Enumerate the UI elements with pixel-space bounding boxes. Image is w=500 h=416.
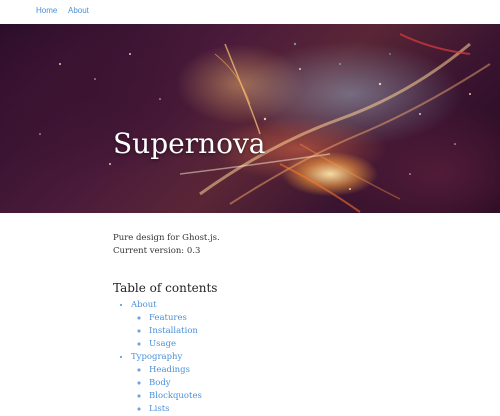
intro-line-2: Current version: 0.3 bbox=[113, 246, 201, 256]
toc-sublist-about: Features Installation Usage bbox=[131, 312, 443, 351]
toc-item-typography: Typography Headings Body Blockquotes Lis… bbox=[131, 351, 443, 416]
toc-sublist-typography: Headings Body Blockquotes Lists bbox=[131, 364, 443, 416]
intro-line-1: Pure design for Ghost.js. bbox=[113, 233, 220, 243]
toc-link-usage[interactable]: Usage bbox=[149, 339, 176, 349]
toc-subitem: Headings bbox=[149, 364, 443, 377]
toc-link-headings[interactable]: Headings bbox=[149, 365, 190, 375]
top-navigation: Home About bbox=[0, 0, 500, 24]
site-title: Supernova bbox=[113, 127, 266, 160]
supernova-background-image bbox=[39, 33, 491, 213]
toc-link-about[interactable]: About bbox=[131, 300, 157, 310]
toc-subitem: Usage bbox=[149, 338, 443, 351]
toc-link-typography[interactable]: Typography bbox=[131, 352, 182, 362]
toc-subitem: Installation bbox=[149, 325, 443, 338]
toc-item-about: About Features Installation Usage bbox=[131, 299, 443, 351]
toc-link-body[interactable]: Body bbox=[149, 378, 171, 388]
toc-subitem: Blockquotes bbox=[149, 390, 443, 403]
nav-about-link[interactable]: About bbox=[68, 6, 89, 15]
toc-link-installation[interactable]: Installation bbox=[149, 326, 198, 336]
toc-link-features[interactable]: Features bbox=[149, 313, 187, 323]
toc-subitem: Body bbox=[149, 377, 443, 390]
toc-subitem: Features bbox=[149, 312, 443, 325]
toc-link-blockquotes[interactable]: Blockquotes bbox=[149, 391, 202, 401]
hero-banner: Supernova bbox=[0, 24, 500, 213]
toc-subitem: Lists bbox=[149, 403, 443, 416]
table-of-contents: About Features Installation Usage Typogr… bbox=[113, 299, 443, 416]
main-content: Pure design for Ghost.js. Current versio… bbox=[113, 232, 443, 416]
nav-home-link[interactable]: Home bbox=[36, 6, 57, 15]
toc-heading: Table of contents bbox=[113, 281, 218, 295]
